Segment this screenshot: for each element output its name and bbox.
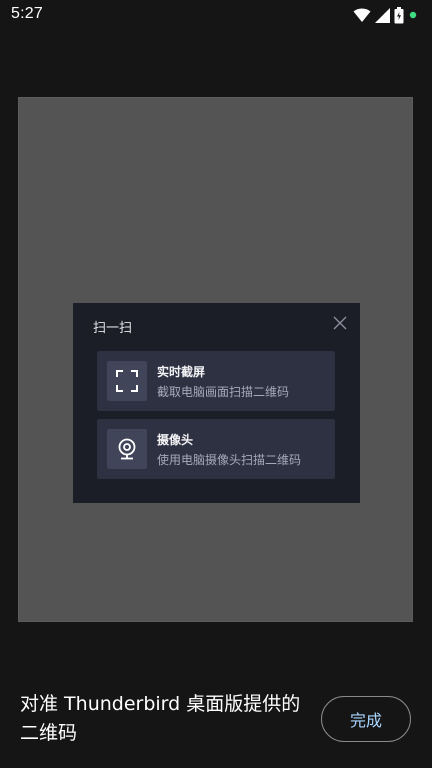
scanner-screen: 5:27 扫一扫 实时截屏 截取电脑画面扫描二维码 摄像头 使用电脑摄像头扫描二… <box>0 0 432 768</box>
signal-icon <box>375 7 390 23</box>
scan-option-screenshot: 实时截屏 截取电脑画面扫描二维码 <box>97 351 335 411</box>
battery-icon <box>394 6 404 24</box>
close-icon <box>332 315 348 331</box>
camera-preview: 扫一扫 实时截屏 截取电脑画面扫描二维码 摄像头 使用电脑摄像头扫描二维码 <box>18 97 413 622</box>
screenshot-frame-icon <box>107 361 147 401</box>
status-time: 5:27 <box>11 5 43 22</box>
status-icons <box>353 6 418 24</box>
wifi-icon <box>353 7 371 23</box>
scan-option-title: 实时截屏 <box>157 365 206 379</box>
scan-instruction: 对准 Thunderbird 桌面版提供的二维码 <box>20 693 301 744</box>
status-bar: 5:27 <box>0 0 432 30</box>
webcam-icon <box>107 429 147 469</box>
done-button[interactable]: 完成 <box>321 696 411 742</box>
scan-option-description: 使用电脑摄像头扫描二维码 <box>157 453 302 467</box>
scan-option-description: 截取电脑画面扫描二维码 <box>157 385 290 399</box>
scan-option-webcam: 摄像头 使用电脑摄像头扫描二维码 <box>97 419 335 479</box>
scan-option-title: 摄像头 <box>157 433 194 447</box>
notification-dot-icon <box>408 10 418 20</box>
scan-dialog-title: 扫一扫 <box>93 321 133 336</box>
scan-dialog: 扫一扫 实时截屏 截取电脑画面扫描二维码 摄像头 使用电脑摄像头扫描二维码 <box>73 303 360 503</box>
